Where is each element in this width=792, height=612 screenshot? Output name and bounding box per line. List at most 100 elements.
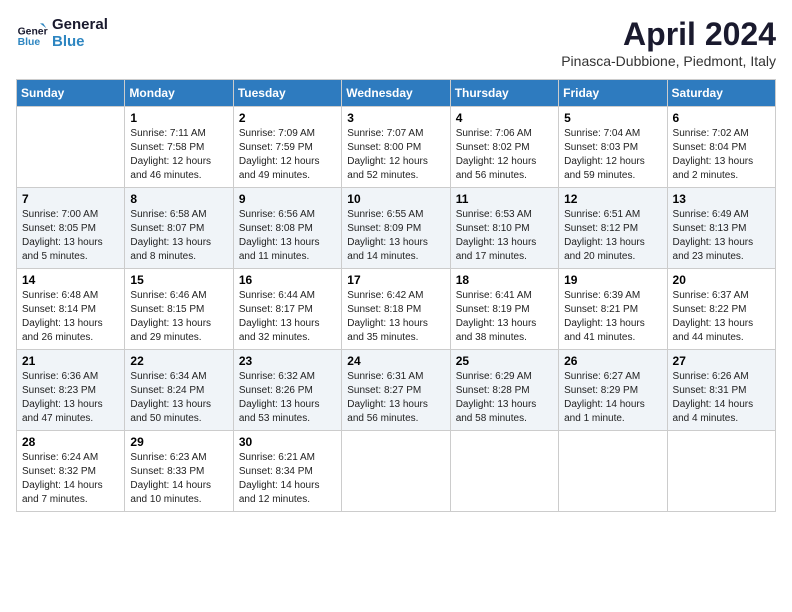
- day-number: 14: [22, 273, 119, 287]
- day-info: Sunrise: 6:21 AMSunset: 8:34 PMDaylight:…: [239, 451, 336, 507]
- day-info: Sunrise: 6:36 AMSunset: 8:23 PMDaylight:…: [22, 370, 119, 426]
- day-info: Sunrise: 6:56 AMSunset: 8:08 PMDaylight:…: [239, 208, 336, 264]
- calendar-cell: 16Sunrise: 6:44 AMSunset: 8:17 PMDayligh…: [233, 269, 341, 350]
- calendar-cell: [342, 431, 450, 512]
- day-number: 30: [239, 435, 336, 449]
- day-info: Sunrise: 6:24 AMSunset: 8:32 PMDaylight:…: [22, 451, 119, 507]
- day-info: Sunrise: 6:29 AMSunset: 8:28 PMDaylight:…: [456, 370, 553, 426]
- day-info: Sunrise: 7:00 AMSunset: 8:05 PMDaylight:…: [22, 208, 119, 264]
- day-info: Sunrise: 6:27 AMSunset: 8:29 PMDaylight:…: [564, 370, 661, 426]
- day-number: 19: [564, 273, 661, 287]
- calendar-cell: 14 Sunrise: 6:48 AMSunset: 8:14 PMDayligh…: [17, 269, 125, 350]
- week-row-1: 1 Sunrise: 7:11 AMSunset: 7:58 PMDaylight…: [17, 107, 776, 188]
- day-info: Sunrise: 6:37 AMSunset: 8:22 PMDaylight:…: [673, 289, 770, 345]
- day-info: Sunrise: 7:06 AMSunset: 8:02 PMDaylight:…: [456, 127, 553, 183]
- day-number: 26: [564, 354, 661, 368]
- day-info: Sunrise: 6:23 AMSunset: 8:33 PMDaylight:…: [130, 451, 227, 507]
- col-header-thursday: Thursday: [450, 80, 558, 107]
- day-number: 13: [673, 192, 770, 206]
- day-info: Sunrise: 6:51 AMSunset: 8:12 PMDaylight:…: [564, 208, 661, 264]
- logo-line2: Blue: [52, 33, 108, 50]
- col-header-tuesday: Tuesday: [233, 80, 341, 107]
- day-info: Sunrise: 6:26 AMSunset: 8:31 PMDaylight:…: [673, 370, 770, 426]
- day-info: Sunrise: 6:34 AMSunset: 8:24 PMDaylight:…: [130, 370, 227, 426]
- week-row-4: 21 Sunrise: 6:36 AMSunset: 8:23 PMDayligh…: [17, 350, 776, 431]
- calendar-cell: [17, 107, 125, 188]
- title-block: April 2024 Pinasca-Dubbione, Piedmont, I…: [561, 16, 776, 69]
- day-number: 3: [347, 111, 444, 125]
- day-number: 22: [130, 354, 227, 368]
- calendar-cell: 20 Sunrise: 6:37 AMSunset: 8:22 PMDayligh…: [667, 269, 775, 350]
- header-row: SundayMondayTuesdayWednesdayThursdayFrid…: [17, 80, 776, 107]
- calendar-cell: 3 Sunrise: 7:07 AMSunset: 8:00 PMDaylight…: [342, 107, 450, 188]
- calendar-cell: 6Sunrise: 7:02 AMSunset: 8:04 PMDaylight…: [667, 107, 775, 188]
- day-info: Sunrise: 6:42 AMSunset: 8:18 PMDaylight:…: [347, 289, 444, 345]
- day-info: Sunrise: 6:39 AMSunset: 8:21 PMDaylight:…: [564, 289, 661, 345]
- calendar-cell: 4 Sunrise: 7:06 AMSunset: 8:02 PMDaylight…: [450, 107, 558, 188]
- day-info: Sunrise: 7:02 AMSunset: 8:04 PMDaylight:…: [673, 127, 770, 183]
- calendar-cell: 22 Sunrise: 6:34 AMSunset: 8:24 PMDayligh…: [125, 350, 233, 431]
- calendar-cell: [559, 431, 667, 512]
- col-header-monday: Monday: [125, 80, 233, 107]
- day-number: 17: [347, 273, 444, 287]
- calendar-cell: [667, 431, 775, 512]
- day-number: 15: [130, 273, 227, 287]
- day-info: Sunrise: 6:55 AMSunset: 8:09 PMDaylight:…: [347, 208, 444, 264]
- calendar-cell: 19 Sunrise: 6:39 AMSunset: 8:21 PMDayligh…: [559, 269, 667, 350]
- day-number: 20: [673, 273, 770, 287]
- col-header-wednesday: Wednesday: [342, 80, 450, 107]
- calendar-cell: 5 Sunrise: 7:04 AMSunset: 8:03 PMDaylight…: [559, 107, 667, 188]
- day-number: 21: [22, 354, 119, 368]
- calendar-cell: 21 Sunrise: 6:36 AMSunset: 8:23 PMDayligh…: [17, 350, 125, 431]
- day-info: Sunrise: 7:04 AMSunset: 8:03 PMDaylight:…: [564, 127, 661, 183]
- calendar-title: April 2024: [561, 16, 776, 53]
- calendar-cell: 24 Sunrise: 6:31 AMSunset: 8:27 PMDayligh…: [342, 350, 450, 431]
- calendar-cell: 12 Sunrise: 6:51 AMSunset: 8:12 PMDayligh…: [559, 188, 667, 269]
- calendar-cell: 23Sunrise: 6:32 AMSunset: 8:26 PMDayligh…: [233, 350, 341, 431]
- logo-line1: General: [52, 16, 108, 33]
- day-number: 12: [564, 192, 661, 206]
- day-info: Sunrise: 7:11 AMSunset: 7:58 PMDaylight:…: [130, 127, 227, 183]
- day-info: Sunrise: 7:09 AMSunset: 7:59 PMDaylight:…: [239, 127, 336, 183]
- calendar-cell: 17 Sunrise: 6:42 AMSunset: 8:18 PMDayligh…: [342, 269, 450, 350]
- calendar-subtitle: Pinasca-Dubbione, Piedmont, Italy: [561, 53, 776, 69]
- svg-text:Blue: Blue: [18, 37, 41, 48]
- day-number: 5: [564, 111, 661, 125]
- day-number: 18: [456, 273, 553, 287]
- calendar-cell: 2Sunrise: 7:09 AMSunset: 7:59 PMDaylight…: [233, 107, 341, 188]
- day-number: 4: [456, 111, 553, 125]
- day-info: Sunrise: 6:32 AMSunset: 8:26 PMDaylight:…: [239, 370, 336, 426]
- calendar-cell: 29 Sunrise: 6:23 AMSunset: 8:33 PMDayligh…: [125, 431, 233, 512]
- calendar-cell: 1 Sunrise: 7:11 AMSunset: 7:58 PMDaylight…: [125, 107, 233, 188]
- calendar-cell: 10 Sunrise: 6:55 AMSunset: 8:09 PMDayligh…: [342, 188, 450, 269]
- day-number: 1: [130, 111, 227, 125]
- day-info: Sunrise: 6:53 AMSunset: 8:10 PMDaylight:…: [456, 208, 553, 264]
- day-number: 8: [130, 192, 227, 206]
- calendar-cell: 28 Sunrise: 6:24 AMSunset: 8:32 PMDayligh…: [17, 431, 125, 512]
- calendar-cell: [450, 431, 558, 512]
- day-number: 11: [456, 192, 553, 206]
- day-number: 24: [347, 354, 444, 368]
- day-number: 28: [22, 435, 119, 449]
- col-header-saturday: Saturday: [667, 80, 775, 107]
- calendar-cell: 26 Sunrise: 6:27 AMSunset: 8:29 PMDayligh…: [559, 350, 667, 431]
- calendar-table: SundayMondayTuesdayWednesdayThursdayFrid…: [16, 79, 776, 512]
- calendar-cell: 9Sunrise: 6:56 AMSunset: 8:08 PMDaylight…: [233, 188, 341, 269]
- calendar-cell: 11 Sunrise: 6:53 AMSunset: 8:10 PMDayligh…: [450, 188, 558, 269]
- week-row-2: 7Sunrise: 7:00 AMSunset: 8:05 PMDaylight…: [17, 188, 776, 269]
- day-info: Sunrise: 6:49 AMSunset: 8:13 PMDaylight:…: [673, 208, 770, 264]
- week-row-3: 14 Sunrise: 6:48 AMSunset: 8:14 PMDayligh…: [17, 269, 776, 350]
- logo-icon: General Blue: [16, 17, 48, 49]
- day-number: 29: [130, 435, 227, 449]
- calendar-cell: 8 Sunrise: 6:58 AMSunset: 8:07 PMDaylight…: [125, 188, 233, 269]
- day-info: Sunrise: 7:07 AMSunset: 8:00 PMDaylight:…: [347, 127, 444, 183]
- day-info: Sunrise: 6:48 AMSunset: 8:14 PMDaylight:…: [22, 289, 119, 345]
- day-info: Sunrise: 6:31 AMSunset: 8:27 PMDaylight:…: [347, 370, 444, 426]
- day-number: 10: [347, 192, 444, 206]
- day-info: Sunrise: 6:58 AMSunset: 8:07 PMDaylight:…: [130, 208, 227, 264]
- day-info: Sunrise: 6:46 AMSunset: 8:15 PMDaylight:…: [130, 289, 227, 345]
- col-header-friday: Friday: [559, 80, 667, 107]
- logo: General Blue General Blue: [16, 16, 108, 50]
- calendar-cell: 13 Sunrise: 6:49 AMSunset: 8:13 PMDayligh…: [667, 188, 775, 269]
- calendar-cell: 30 Sunrise: 6:21 AMSunset: 8:34 PMDayligh…: [233, 431, 341, 512]
